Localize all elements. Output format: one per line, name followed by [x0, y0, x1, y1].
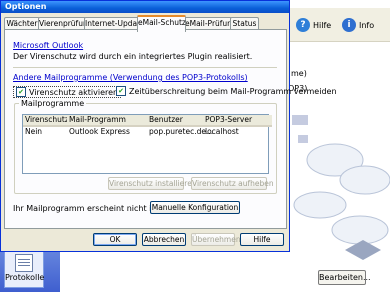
help-icon: ?: [296, 18, 310, 32]
background-graphic: [292, 115, 390, 260]
pop3-programs-link[interactable]: Andere Mailprogramme (Verwendung des POP…: [13, 73, 248, 82]
outlook-description: Der Virenschutz wird durch ein integrier…: [13, 52, 253, 61]
help-button[interactable]: Hilfe: [240, 233, 284, 246]
table-row[interactable]: Nein Outlook Express pop.puretec.de... l…: [23, 127, 268, 137]
help-toolbar-label: Hilfe: [313, 20, 332, 30]
timeout-checkbox[interactable]: ✔: [116, 86, 126, 96]
info-icon: i: [342, 18, 356, 32]
log-document-icon: [15, 254, 33, 272]
divider: [13, 67, 277, 68]
info-toolbar-button[interactable]: i Info: [342, 16, 374, 34]
column-header-benutzer[interactable]: Benutzer: [147, 115, 206, 127]
tab-email-schutz[interactable]: eMail-Schutz: [137, 15, 186, 32]
table-cell-mail-programm: Outlook Express: [69, 127, 130, 136]
column-header-virenschutz[interactable]: Virenschutz: [23, 115, 70, 127]
column-header-pop3-server[interactable]: POP3-Server: [203, 115, 272, 127]
background-toolbar: ? Hilfe i Info: [288, 8, 390, 42]
microsoft-outlook-link[interactable]: Microsoft Outlook: [13, 41, 83, 50]
info-toolbar-label: Info: [359, 20, 375, 30]
table-cell-pop3-server: localhost: [205, 127, 239, 136]
cancel-button[interactable]: Abbrechen: [142, 233, 186, 246]
remove-protection-button[interactable]: Virenschutz aufheben: [191, 177, 274, 190]
protokolle-label: Protokolle: [5, 273, 45, 282]
timeout-label: Zeitüberschreitung beim Mail-Programm ve…: [129, 86, 337, 96]
install-protection-button[interactable]: Virenschutz installieren: [108, 177, 197, 190]
table-cell-virenschutz: Nein: [25, 127, 43, 136]
dialog-titlebar[interactable]: Optionen: [1, 1, 289, 13]
virus-protection-checkbox-row[interactable]: ✔ Virenschutz aktivieren: [13, 86, 122, 98]
timeout-checkbox-row[interactable]: ✔ Zeitüberschreitung beim Mail-Programm …: [116, 86, 337, 96]
apply-button[interactable]: Übernehmen: [191, 233, 241, 246]
ok-button[interactable]: OK: [93, 233, 137, 246]
virus-protection-checkbox[interactable]: ✔: [16, 87, 26, 97]
virus-protection-label: Virenschutz aktivieren: [29, 87, 119, 97]
tab-strip: Wächter Vierenprüfung Internet-Update eM…: [4, 15, 288, 32]
protokolle-button[interactable]: Protokolle: [4, 250, 44, 288]
bearbeiten-button[interactable]: Bearbeiten...: [318, 270, 371, 285]
mail-programs-table[interactable]: Virenschutz Mail-Programm Benutzer POP3-…: [22, 114, 272, 174]
background-text-fragment: me): [291, 69, 307, 78]
manual-configuration-button[interactable]: Manuelle Konfiguration: [150, 201, 240, 214]
help-toolbar-button[interactable]: ? Hilfe: [296, 16, 331, 34]
mail-programs-group-label: Mailprogramme: [19, 99, 87, 108]
column-header-mail-programm[interactable]: Mail-Programm: [67, 115, 150, 127]
options-dialog: Optionen Wächter Vierenprüfung Internet-…: [0, 0, 337, 252]
